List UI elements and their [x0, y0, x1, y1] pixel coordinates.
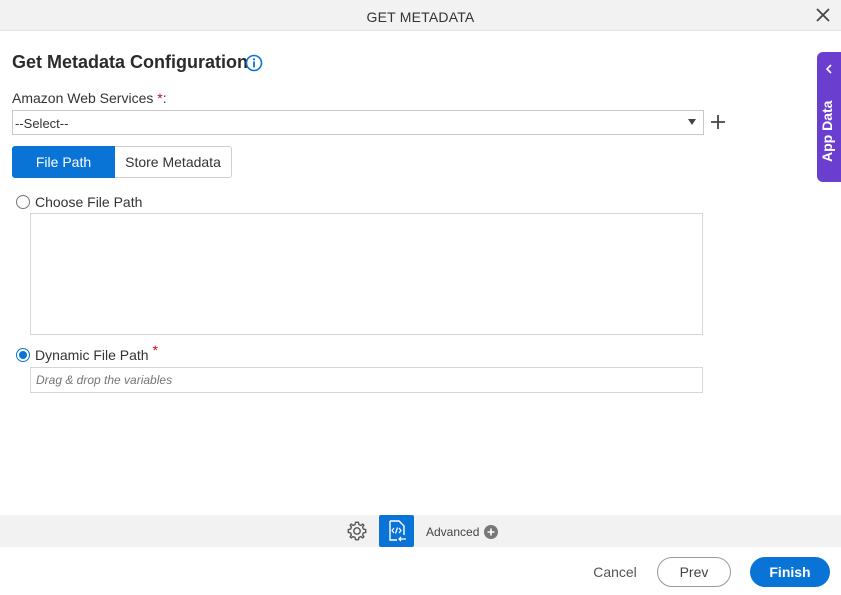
- file-path-textarea[interactable]: [30, 213, 703, 335]
- aws-select[interactable]: --Select--: [12, 110, 704, 135]
- choose-file-path-radio[interactable]: [16, 195, 30, 209]
- bottom-toolbar: [0, 515, 841, 547]
- advanced-label[interactable]: Advanced: [426, 525, 479, 539]
- dynamic-file-path-input[interactable]: [30, 367, 703, 393]
- window-title: GET METADATA: [366, 9, 475, 25]
- gear-icon[interactable]: [346, 520, 368, 542]
- title-bar: GET METADATA: [0, 0, 841, 31]
- close-icon[interactable]: [815, 7, 831, 23]
- aws-label-text: Amazon Web Services: [12, 90, 154, 106]
- prev-button[interactable]: Prev: [657, 557, 731, 587]
- app-data-panel-toggle[interactable]: App Data: [817, 52, 841, 182]
- required-mark: *: [152, 342, 158, 358]
- dynamic-file-path-text: Dynamic File Path: [35, 347, 149, 363]
- chevron-down-icon: [688, 119, 696, 125]
- app-data-label: App Data: [819, 100, 835, 162]
- aws-select-value: --Select--: [15, 116, 69, 131]
- aws-label: Amazon Web Services *:: [12, 90, 167, 106]
- code-icon: [389, 520, 406, 542]
- dynamic-file-path-label: Dynamic File Path *: [35, 342, 158, 363]
- plus-icon[interactable]: [710, 114, 726, 130]
- code-view-button[interactable]: [379, 515, 414, 547]
- tab-file-path[interactable]: File Path: [12, 146, 115, 178]
- dynamic-file-path-radio[interactable]: [16, 348, 30, 362]
- info-icon[interactable]: [245, 54, 263, 72]
- tab-bar: File Path Store Metadata: [12, 146, 232, 178]
- label-suffix: :: [162, 90, 167, 106]
- tab-store-metadata[interactable]: Store Metadata: [115, 146, 232, 178]
- finish-button[interactable]: Finish: [750, 557, 830, 587]
- cancel-button[interactable]: Cancel: [585, 558, 645, 586]
- section-title: Get Metadata Configuration: [12, 52, 249, 72]
- choose-file-path-label: Choose File Path: [35, 194, 143, 210]
- plus-circle-icon[interactable]: [484, 525, 498, 539]
